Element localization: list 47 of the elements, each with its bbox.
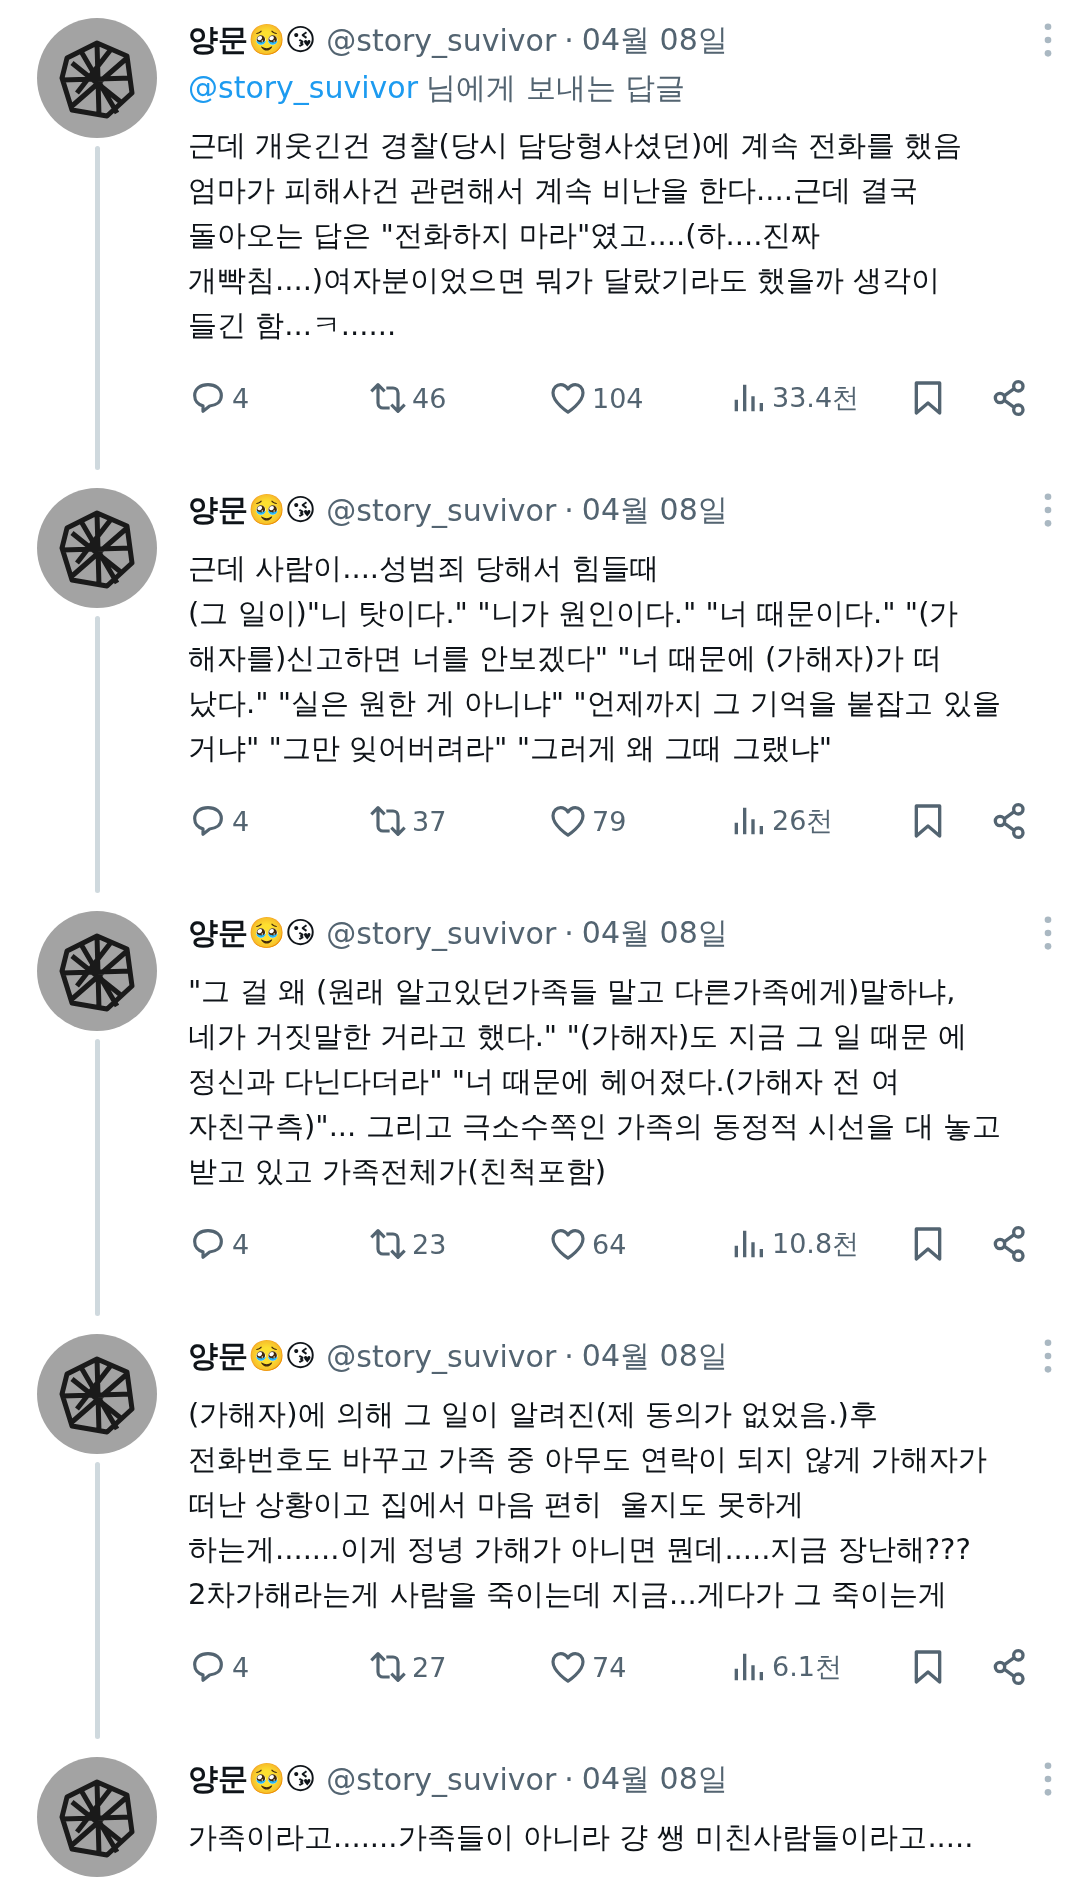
avatar[interactable] [37, 18, 157, 138]
author-name[interactable]: 양문🥹😘 [188, 489, 317, 531]
author-name[interactable]: 양문🥹😘 [188, 19, 317, 61]
author-handle[interactable]: @story_suvivor [326, 22, 557, 58]
post-text: 근데 개웃긴건 경찰(당시 담당형사셨던)에 계속 전화를 했음 엄마가 피해사건 관련해서 계속 비난을 한다....근데 결국 돌아오는 답은 "전화하지 마라"였고....(하....진짜 개빡침....)여자분이었으면 뭐가 달랐기라도 했을까 생각이 들긴 함...ㅋ...... [188, 127, 963, 344]
author-handle[interactable]: @story_suvivor [326, 915, 557, 951]
post-text: (가해자)에 의해 그 일이 알려진(제 동의가 없었음.)후 전화번호도 바꾸고 가족 중 아무도 연락이 되지 않게 가해자가 떠난 상황이고 집에서 마음 편히 울지도 못하게 하는게.......이게 정녕 가해가 아니면 뭔데.....지금 장난해??? 2차가해라는게 사람을 죽이는데 지금...게다가 그 죽이는게 [188, 1396, 988, 1613]
separator-dot: · [564, 915, 574, 951]
like-count: 74 [592, 1651, 627, 1683]
like-count: 104 [592, 382, 644, 414]
post-date[interactable]: 04월 08일 [581, 912, 728, 954]
author-name[interactable]: 양문🥹😘 [188, 1335, 317, 1377]
repost-count: 46 [412, 382, 447, 414]
author-handle[interactable]: @story_suvivor [326, 492, 557, 528]
reply-count: 4 [232, 1651, 250, 1683]
post-date[interactable]: 04월 08일 [581, 19, 728, 61]
post-date[interactable]: 04월 08일 [581, 489, 728, 531]
post-text: 가족이라고.......가족들이 아니라 걍 쌩 미친사람들이라고..... [188, 1819, 975, 1856]
view-count: 6.1천 [772, 1650, 842, 1684]
separator-dot: · [564, 1761, 574, 1797]
author-handle[interactable]: @story_suvivor [326, 1338, 557, 1374]
view-count: 10.8천 [772, 1227, 860, 1261]
post-text: 근데 사람이....성범죄 당해서 힘들때 (그 일이)"니 탓이다." "니가 원인이다." "너 때문이다." "(가 해자를)신고하면 너를 안보겠다" "너 때문에 (가해자)가 떠 났다." "실은 원한 게 아니냐" "언제까지 그 기억을 붙잡고 있을 거냐" "그만 잊어버려라" "그러게 왜 그때 그랬냐" [188, 550, 1002, 767]
reply-count: 4 [232, 1228, 250, 1260]
avatar[interactable] [37, 488, 157, 608]
view-count: 33.4천 [772, 381, 860, 415]
separator-dot: · [564, 1338, 574, 1374]
separator-dot: · [564, 492, 574, 528]
like-count: 79 [592, 805, 627, 837]
repost-count: 23 [412, 1228, 447, 1260]
repost-count: 37 [412, 805, 447, 837]
reply-to-label: 님에게 보내는 답글 [426, 70, 686, 105]
avatar[interactable] [37, 1334, 157, 1454]
avatar[interactable] [37, 1757, 157, 1877]
post-date[interactable]: 04월 08일 [581, 1335, 728, 1377]
reply-count: 4 [232, 382, 250, 414]
post-date[interactable]: 04월 08일 [581, 1758, 728, 1800]
repost-count: 27 [412, 1651, 447, 1683]
post-text: "그 걸 왜 (원래 알고있던가족들 말고 다른가족에게)말하냐, 네가 거짓말한 거라고 했다." "(가해자)도 지금 그 일 때문 에 정신과 다닌다더라" "너 때문에 헤어졌다.(가해자 전 여 자친구측)"... 그리고 극소수쪽인 가족의 동정적 시선을 대 놓고 받고 있고 가족전체가(친척포함) [188, 973, 1002, 1190]
view-count: 26천 [772, 804, 834, 838]
reply-count: 4 [232, 805, 250, 837]
separator-dot: · [564, 22, 574, 58]
author-name[interactable]: 양문🥹😘 [188, 912, 317, 954]
author-name[interactable]: 양문🥹😘 [188, 1758, 317, 1800]
author-handle[interactable]: @story_suvivor [326, 1761, 557, 1797]
avatar[interactable] [37, 911, 157, 1031]
like-count: 64 [592, 1228, 627, 1260]
